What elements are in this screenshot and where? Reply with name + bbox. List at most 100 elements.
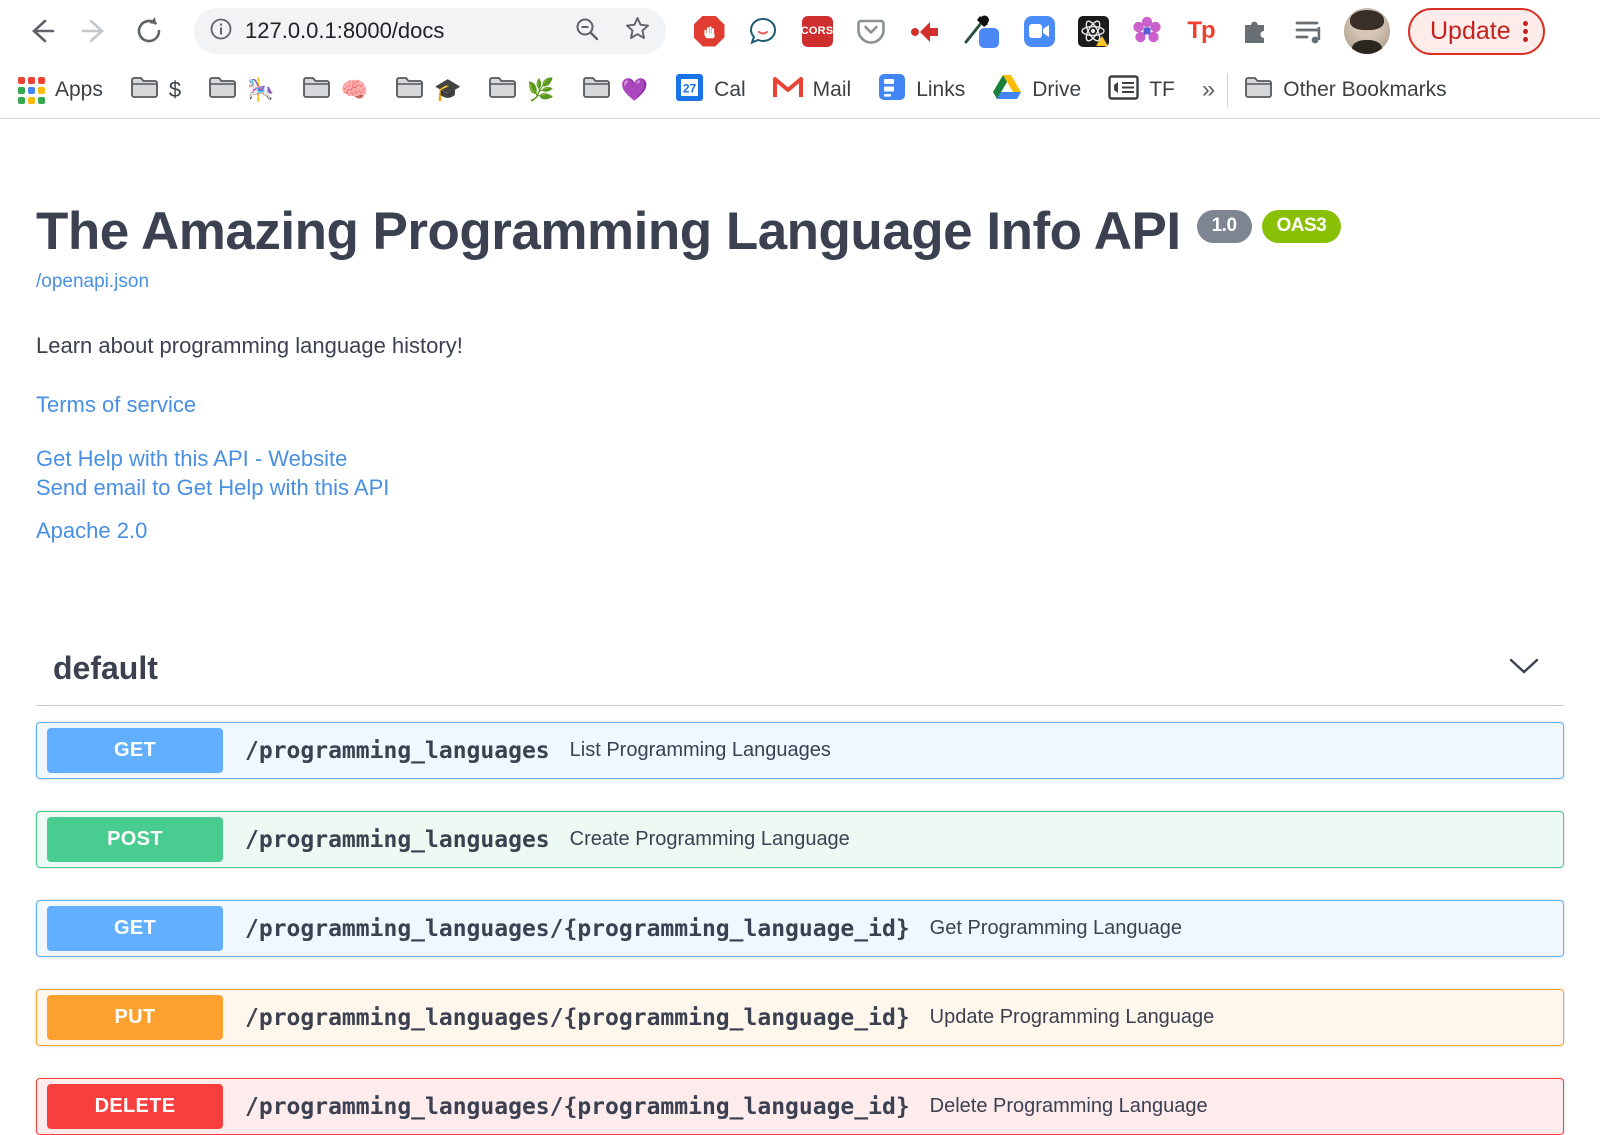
endpoint-row[interactable]: GET /programming_languages List Programm… bbox=[36, 722, 1564, 780]
profile-avatar[interactable] bbox=[1344, 8, 1390, 54]
endpoint-summary: Get Programming Language bbox=[929, 917, 1183, 940]
bookmark-folder[interactable]: 💜 bbox=[582, 76, 648, 105]
endpoint-row[interactable]: POST /programming_languages Create Progr… bbox=[36, 811, 1564, 869]
apps-grid-icon bbox=[18, 76, 45, 104]
endpoint-summary: Create Programming Language bbox=[569, 828, 850, 851]
section-default-header[interactable]: default bbox=[36, 640, 1564, 707]
help-website-link[interactable]: Get Help with this API - Website bbox=[36, 444, 1564, 473]
http-method-badge: GET bbox=[47, 728, 223, 774]
forward-button[interactable] bbox=[77, 13, 113, 49]
bookmark-folder[interactable]: 🧠 bbox=[302, 76, 368, 105]
endpoint-path: /programming_languages/{programming_lang… bbox=[245, 1093, 910, 1120]
video-call-extension-icon[interactable] bbox=[1022, 14, 1056, 48]
google-drive-icon bbox=[992, 74, 1022, 107]
update-label: Update bbox=[1430, 16, 1511, 45]
site-info-icon[interactable] bbox=[209, 17, 233, 46]
bookmark-tf[interactable]: TF bbox=[1108, 74, 1175, 106]
bookmarks-divider bbox=[1227, 73, 1229, 107]
blue-list-icon bbox=[878, 73, 906, 107]
endpoint-path: /programming_languages/{programming_lang… bbox=[245, 915, 910, 942]
http-method-badge: DELETE bbox=[47, 1084, 223, 1130]
bookmark-drive[interactable]: Drive bbox=[992, 74, 1081, 107]
color-picker-extension-icon[interactable] bbox=[962, 14, 1002, 48]
extensions-puzzle-icon[interactable] bbox=[1238, 14, 1272, 48]
endpoint-path: /programming_languages bbox=[245, 826, 550, 853]
gmail-icon bbox=[772, 75, 803, 105]
folder-emoji-label: 🎠 bbox=[247, 77, 275, 102]
folder-icon bbox=[488, 76, 517, 105]
section-title: default bbox=[53, 650, 158, 687]
endpoint-summary: Update Programming Language bbox=[929, 1006, 1215, 1029]
terms-of-service-link[interactable]: Terms of service bbox=[36, 392, 1564, 418]
bookmark-label: Links bbox=[916, 78, 966, 101]
bookmark-links[interactable]: Links bbox=[878, 73, 965, 107]
swagger-docs-page: The Amazing Programming Language Info AP… bbox=[0, 202, 1600, 1135]
bookmarks-bar: Apps $ 🎠 🧠 🎓 🌿 💜 27 Cal Mail Links Drive… bbox=[0, 62, 1600, 119]
endpoint-row[interactable]: DELETE /programming_languages/{programmi… bbox=[36, 1078, 1564, 1135]
folder-icon bbox=[395, 76, 424, 105]
flower-extension-icon[interactable] bbox=[1130, 14, 1164, 48]
bookmark-label: Cal bbox=[714, 78, 746, 101]
folder-icon bbox=[302, 76, 331, 105]
chevron-down-icon[interactable] bbox=[1508, 657, 1540, 680]
endpoint-path: /programming_languages/{programming_lang… bbox=[245, 1004, 910, 1031]
update-button[interactable]: Update bbox=[1408, 7, 1545, 55]
cors-extension-icon[interactable]: CORS bbox=[800, 14, 834, 48]
folder-icon bbox=[1244, 76, 1273, 105]
bookmark-folder[interactable]: 🎠 bbox=[208, 76, 275, 105]
bookmark-label: Apps bbox=[55, 78, 103, 101]
api-links: Terms of service Get Help with this API … bbox=[36, 392, 1564, 544]
bookmark-star-icon[interactable] bbox=[624, 15, 651, 47]
react-devtools-extension-icon[interactable] bbox=[1076, 14, 1110, 48]
endpoint-row[interactable]: PUT /programming_languages/{programming_… bbox=[36, 989, 1564, 1047]
version-badge: 1.0 bbox=[1196, 210, 1252, 243]
api-title: The Amazing Programming Language Info AP… bbox=[36, 202, 1564, 261]
zoom-out-icon[interactable] bbox=[574, 16, 600, 47]
other-bookmarks[interactable]: Other Bookmarks bbox=[1244, 76, 1447, 105]
bookmark-label: Other Bookmarks bbox=[1283, 78, 1447, 101]
help-email-link[interactable]: Send email to Get Help with this API bbox=[36, 473, 1564, 502]
svg-text:27: 27 bbox=[683, 81, 697, 95]
browser-menu-icon[interactable] bbox=[1522, 20, 1528, 42]
http-method-badge: PUT bbox=[47, 995, 223, 1041]
endpoint-summary: List Programming Languages bbox=[569, 739, 831, 762]
url-text[interactable]: 127.0.0.1:8000/docs bbox=[245, 18, 574, 44]
playlist-extension-icon[interactable] bbox=[1292, 14, 1326, 48]
google-calendar-icon: 27 bbox=[675, 73, 704, 108]
share-arrow-extension-icon[interactable] bbox=[908, 14, 942, 48]
pocket-extension-icon[interactable] bbox=[854, 14, 888, 48]
bookmark-mail[interactable]: Mail bbox=[772, 75, 852, 105]
api-description: Learn about programming language history… bbox=[36, 333, 463, 359]
bookmark-folder[interactable]: $ bbox=[130, 76, 181, 105]
oas3-badge: OAS3 bbox=[1261, 210, 1342, 243]
bookmark-apps[interactable]: Apps bbox=[18, 76, 103, 104]
folder-emoji-label: 💜 bbox=[620, 77, 649, 102]
http-method-badge: GET bbox=[47, 906, 223, 952]
folder-emoji-label: 🌿 bbox=[527, 77, 555, 102]
chat-bubble-extension-icon[interactable] bbox=[746, 14, 780, 48]
endpoint-row[interactable]: GET /programming_languages/{programming_… bbox=[36, 900, 1564, 958]
folder-emoji-label: $ bbox=[168, 77, 182, 102]
bookmark-folder[interactable]: 🌿 bbox=[488, 76, 555, 105]
folder-icon bbox=[208, 76, 237, 105]
reload-button[interactable] bbox=[131, 13, 167, 49]
bookmark-label: Mail bbox=[812, 78, 852, 101]
openapi-spec-link[interactable]: /openapi.json bbox=[36, 271, 149, 292]
bookmarks-overflow-chevron[interactable]: » bbox=[1202, 76, 1215, 104]
license-link[interactable]: Apache 2.0 bbox=[36, 518, 1564, 544]
folder-emoji-label: 🧠 bbox=[340, 77, 368, 102]
bookmark-cal[interactable]: 27 Cal bbox=[675, 73, 746, 108]
address-bar[interactable]: 127.0.0.1:8000/docs bbox=[194, 8, 666, 54]
folder-icon bbox=[582, 76, 611, 105]
folder-emoji-label: 🎓 bbox=[433, 77, 462, 102]
folder-icon bbox=[130, 76, 159, 105]
bookmark-label: Drive bbox=[1032, 78, 1082, 101]
browser-toolbar: 127.0.0.1:8000/docs CORS Tp Update bbox=[0, 0, 1600, 62]
back-button[interactable] bbox=[23, 13, 59, 49]
bookmark-folder[interactable]: 🎓 bbox=[395, 76, 461, 105]
endpoint-summary: Delete Programming Language bbox=[929, 1095, 1208, 1118]
toucan-extension-icon[interactable]: Tp bbox=[1184, 14, 1218, 48]
bookmark-label: TF bbox=[1149, 78, 1175, 101]
endpoint-path: /programming_languages bbox=[245, 737, 550, 764]
adblock-extension-icon[interactable] bbox=[692, 14, 726, 48]
